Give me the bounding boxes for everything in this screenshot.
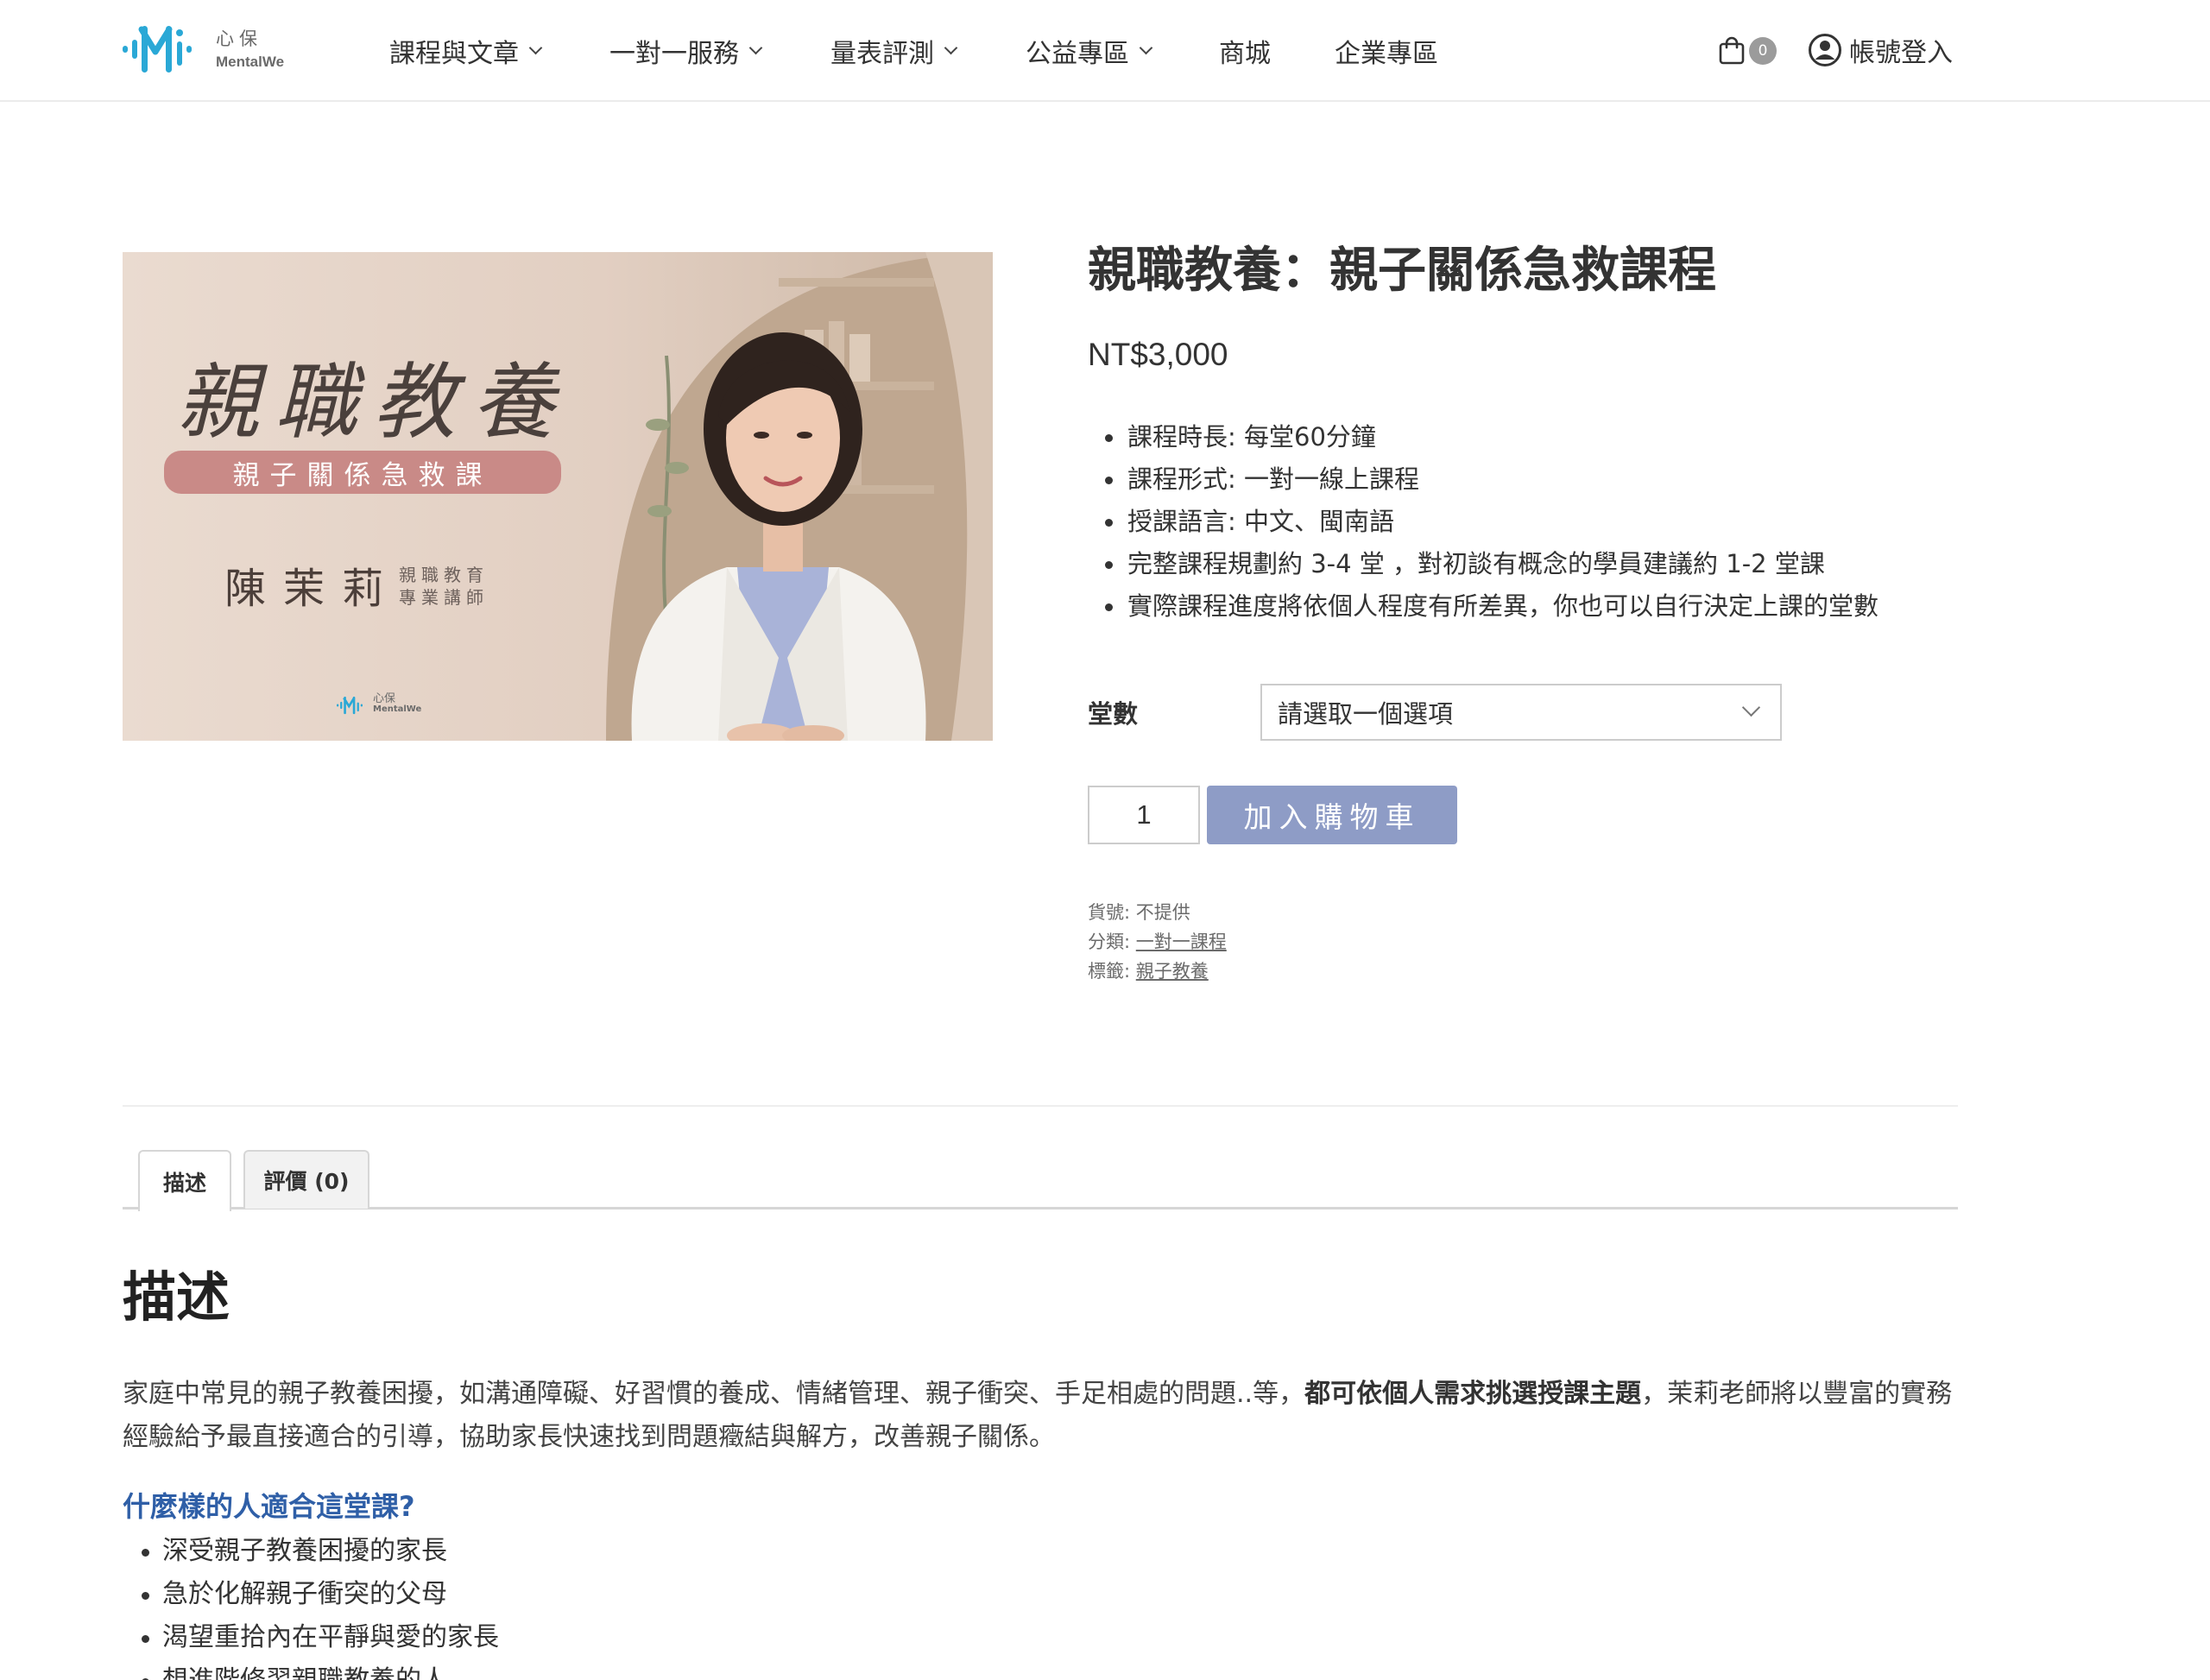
tag-row: 標籤: 親子教養 bbox=[1088, 957, 1227, 986]
feature-item: 授課語言: 中文、閩南語 bbox=[1088, 501, 1878, 543]
logo-text-en: MentalWe bbox=[216, 53, 285, 70]
nav-label: 企業專區 bbox=[1335, 39, 1438, 69]
site-logo[interactable]: 心保 MentalWe bbox=[123, 22, 284, 76]
banner-teacher-name: 陳茉莉 bbox=[224, 565, 401, 613]
nav-label: 公益專區 bbox=[1026, 39, 1129, 69]
category-label: 分類: bbox=[1088, 932, 1131, 952]
add-to-cart-button[interactable]: 加入購物車 bbox=[1207, 786, 1457, 844]
category-row: 分類: 一對一課程 bbox=[1088, 927, 1227, 957]
product-image[interactable]: 親職教養 親子關係急救課 陳茉莉 親職教育 專業講師 心保 MentalWe bbox=[123, 252, 993, 741]
nav-label: 量表評測 bbox=[830, 39, 934, 69]
sku-row: 貨號: 不提供 bbox=[1088, 898, 1227, 927]
cart-button[interactable]: 0 bbox=[1718, 31, 1777, 71]
tabs-baseline bbox=[123, 1207, 1958, 1209]
audience-item: 急於化解親子衝突的父母 bbox=[123, 1573, 499, 1616]
nav-shop[interactable]: 商城 bbox=[1219, 31, 1271, 71]
feature-item: 課程形式: 一對一線上課程 bbox=[1088, 458, 1878, 501]
product-meta: 貨號: 不提供 分類: 一對一課程 標籤: 親子教養 bbox=[1088, 898, 1227, 986]
sessions-select[interactable]: 請選取一個選項 bbox=[1260, 684, 1782, 741]
nav-charity[interactable]: 公益專區 bbox=[1026, 31, 1153, 71]
audience-list: 深受親子教養困擾的家長 急於化解親子衝突的父母 渴望重拾內在平靜與愛的家長 想進… bbox=[123, 1530, 499, 1680]
banner-logo-icon bbox=[337, 696, 363, 715]
product-title: 親職教養：親子關係急救課程 bbox=[1088, 243, 1716, 299]
feature-item: 課程時長: 每堂60分鐘 bbox=[1088, 416, 1878, 458]
description-highlight: 都可依個人需求挑選授課主題 bbox=[1304, 1379, 1642, 1409]
nav-enterprise[interactable]: 企業專區 bbox=[1335, 31, 1438, 71]
nav-label: 商城 bbox=[1219, 39, 1271, 69]
feature-item: 完整課程規劃約 3-4 堂 ，對初談有概念的學員建議約 1-2 堂課 bbox=[1088, 543, 1878, 585]
category-link[interactable]: 一對一課程 bbox=[1136, 932, 1227, 952]
sku-value: 不提供 bbox=[1135, 902, 1190, 923]
cart-count-badge: 0 bbox=[1749, 37, 1777, 65]
tab-reviews[interactable]: 評價 (0) bbox=[243, 1150, 369, 1209]
product-price: NT$3,000 bbox=[1088, 337, 1228, 372]
audience-item: 想進階修習親職教養的人 bbox=[123, 1659, 499, 1680]
banner-teacher-role-2: 專業講師 bbox=[399, 587, 489, 608]
tag-link[interactable]: 親子教養 bbox=[1136, 961, 1209, 982]
course-banner-illustration bbox=[123, 252, 993, 741]
banner-teacher-role-1: 親職教育 bbox=[399, 565, 489, 585]
banner-title: 親職教養 bbox=[176, 354, 570, 451]
sku-label: 貨號: bbox=[1088, 902, 1131, 923]
banner-logo-en: MentalWe bbox=[373, 704, 422, 714]
nav-courses-articles[interactable]: 課程與文章 bbox=[389, 31, 543, 71]
chevron-down-icon bbox=[1741, 698, 1761, 717]
site-header: 心保 MentalWe 課程與文章 一對一服務 量表評測 公益專區 商城 企業專… bbox=[0, 0, 2210, 102]
chevron-down-icon bbox=[1139, 41, 1153, 54]
product-feature-list: 課程時長: 每堂60分鐘 課程形式: 一對一線上課程 授課語言: 中文、閩南語 … bbox=[1088, 416, 1878, 628]
chevron-down-icon bbox=[748, 41, 763, 54]
section-divider bbox=[123, 1105, 1958, 1107]
nav-one-on-one[interactable]: 一對一服務 bbox=[609, 31, 763, 71]
audience-heading: 什麼樣的人適合這堂課? bbox=[123, 1490, 415, 1523]
description-text: 家庭中常見的親子教養困擾，如溝通障礙、好習慣的養成、情緒管理、親子衝突、手足相處… bbox=[123, 1379, 1305, 1409]
feature-item: 實際課程進度將依個人程度有所差異，你也可以自行決定上課的堂數 bbox=[1088, 585, 1878, 628]
sessions-select-value: 請選取一個選項 bbox=[1278, 699, 1454, 729]
login-link[interactable]: 帳號登入 bbox=[1808, 29, 1953, 71]
tab-description[interactable]: 描述 bbox=[138, 1150, 231, 1211]
banner-subtitle: 親子關係急救課 bbox=[232, 459, 493, 491]
nav-label: 一對一服務 bbox=[609, 39, 739, 69]
tag-label: 標籤: bbox=[1088, 961, 1131, 982]
audience-item: 渴望重拾內在平靜與愛的家長 bbox=[123, 1616, 499, 1659]
description-heading: 描述 bbox=[123, 1266, 230, 1329]
quantity-input[interactable] bbox=[1088, 786, 1200, 844]
nav-assessments[interactable]: 量表評測 bbox=[830, 31, 958, 71]
login-label: 帳號登入 bbox=[1849, 38, 1953, 68]
user-account-icon bbox=[1809, 34, 1841, 66]
chevron-down-icon bbox=[528, 41, 543, 54]
chevron-down-icon bbox=[944, 41, 958, 54]
audience-item: 深受親子教養困擾的家長 bbox=[123, 1530, 499, 1573]
nav-label: 課程與文章 bbox=[389, 39, 519, 69]
logo-text-cn: 心保 bbox=[216, 28, 262, 49]
mentalwe-logo-icon bbox=[123, 26, 192, 73]
banner-logo-cn: 心保 bbox=[373, 692, 396, 705]
sessions-label: 堂數 bbox=[1088, 699, 1139, 729]
shopping-bag-icon bbox=[1719, 36, 1745, 65]
description-paragraph: 家庭中常見的親子教養困擾，如溝通障礙、好習慣的養成、情緒管理、親子衝突、手足相處… bbox=[123, 1373, 1958, 1459]
